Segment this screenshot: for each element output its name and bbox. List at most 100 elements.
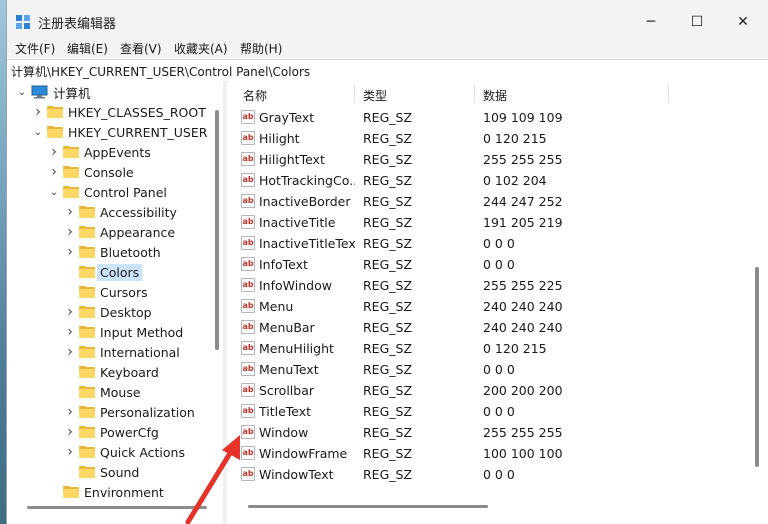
tree-item[interactable]: Environment [49, 482, 164, 502]
chevron-right-icon[interactable]: › [49, 162, 59, 182]
tree-item-label: Quick Actions [100, 444, 185, 460]
table-row[interactable]: ab InactiveTitle REG_SZ 191 205 219 [228, 212, 748, 233]
table-row[interactable]: ab Menu REG_SZ 240 240 240 [228, 296, 748, 317]
maximize-button[interactable]: ☐ [674, 8, 720, 36]
value-data: 255 255 225 [483, 278, 563, 293]
chevron-right-icon[interactable]: › [65, 202, 75, 222]
tree-item-label: Personalization [100, 404, 195, 420]
value-type: REG_SZ [363, 467, 413, 482]
tree-item[interactable]: › Desktop [65, 302, 151, 322]
table-row[interactable]: ab WindowFrame REG_SZ 100 100 100 [228, 443, 748, 464]
list-vertical-scrollbar[interactable] [755, 267, 759, 467]
tree-item[interactable]: Colors [65, 262, 143, 282]
table-row[interactable]: ab TitleText REG_SZ 0 0 0 [228, 401, 748, 422]
value-type: REG_SZ [363, 173, 413, 188]
column-divider[interactable] [354, 85, 355, 103]
string-value-icon: ab [241, 278, 255, 292]
table-row[interactable]: ab WindowText REG_SZ 0 0 0 [228, 464, 748, 485]
tree-item-label: Control Panel [84, 184, 167, 200]
chevron-right-icon[interactable]: › [65, 302, 75, 322]
value-type: REG_SZ [363, 404, 413, 419]
value-data: 100 100 100 [483, 446, 563, 461]
chevron-right-icon[interactable]: › [65, 442, 75, 462]
menu-help[interactable]: 帮助(H) [240, 40, 282, 57]
chevron-down-icon[interactable]: ⌄ [33, 122, 43, 142]
column-header-data[interactable]: 数据 [483, 87, 507, 104]
tree-item[interactable]: ⌄ HKEY_CURRENT_USER [33, 122, 208, 142]
chevron-right-icon[interactable]: › [49, 142, 59, 162]
close-button[interactable]: ✕ [720, 8, 766, 36]
list-horizontal-scrollbar[interactable] [248, 505, 488, 508]
tree-item[interactable]: › Personalization [65, 402, 195, 422]
chevron-right-icon[interactable]: › [65, 342, 75, 362]
value-name: HilightText [259, 152, 325, 167]
address-path[interactable]: 计算机\HKEY_CURRENT_USER\Control Panel\Colo… [11, 63, 310, 80]
chevron-right-icon[interactable]: › [33, 102, 43, 122]
chevron-right-icon[interactable]: › [65, 242, 75, 262]
tree-item[interactable]: › Bluetooth [65, 242, 161, 262]
table-row[interactable]: ab MenuBar REG_SZ 240 240 240 [228, 317, 748, 338]
address-bar[interactable]: 计算机\HKEY_CURRENT_USER\Control Panel\Colo… [7, 59, 768, 82]
folder-icon [79, 226, 95, 238]
tree-item[interactable]: Mouse [65, 382, 141, 402]
value-type: REG_SZ [363, 446, 413, 461]
value-data: 0 120 215 [483, 341, 547, 356]
tree-item[interactable]: Cursors [65, 282, 148, 302]
value-name: MenuBar [259, 320, 315, 335]
column-header-name[interactable]: 名称 [243, 87, 267, 104]
chevron-right-icon[interactable]: › [65, 322, 75, 342]
column-divider[interactable] [474, 85, 475, 103]
tree-item-label: Sound [100, 464, 140, 480]
tree-item[interactable]: ⌄ Control Panel [49, 182, 167, 202]
tree-item[interactable]: › Appearance [65, 222, 175, 242]
tree-item[interactable]: › Quick Actions [65, 442, 185, 462]
tree-item[interactable]: › Console [49, 162, 133, 182]
folder-icon [63, 146, 79, 158]
table-row[interactable]: ab MenuText REG_SZ 0 0 0 [228, 359, 748, 380]
registry-editor-icon [16, 15, 30, 29]
tree-item[interactable]: Keyboard [65, 362, 159, 382]
table-row[interactable]: ab InactiveTitleText REG_SZ 0 0 0 [228, 233, 748, 254]
chevron-down-icon[interactable]: ⌄ [49, 182, 59, 202]
tree-vertical-scrollbar[interactable] [215, 110, 219, 350]
tree-item[interactable]: › Input Method [65, 322, 183, 342]
table-row[interactable]: ab HilightText REG_SZ 255 255 255 [228, 149, 748, 170]
tree-item[interactable]: › PowerCfg [65, 422, 159, 442]
value-data: 200 200 200 [483, 383, 563, 398]
minimize-button[interactable]: ─ [628, 8, 674, 36]
table-row[interactable]: ab InfoText REG_SZ 0 0 0 [228, 254, 748, 275]
table-row[interactable]: ab Scrollbar REG_SZ 200 200 200 [228, 380, 748, 401]
title-bar[interactable]: 注册表编辑器 ─ ☐ ✕ [7, 0, 768, 40]
table-row[interactable]: ab InfoWindow REG_SZ 255 255 225 [228, 275, 748, 296]
chevron-right-icon[interactable]: › [65, 402, 75, 422]
table-row[interactable]: ab GrayText REG_SZ 109 109 109 [228, 107, 748, 128]
chevron-right-icon[interactable]: › [65, 422, 75, 442]
menu-view[interactable]: 查看(V) [120, 40, 162, 57]
value-type: REG_SZ [363, 152, 413, 167]
tree-item[interactable]: › AppEvents [49, 142, 151, 162]
table-row[interactable]: ab InactiveBorder REG_SZ 244 247 252 [228, 191, 748, 212]
chevron-down-icon[interactable]: ⌄ [17, 82, 27, 102]
tree-item-label: 计算机 [53, 85, 91, 101]
folder-icon [79, 426, 95, 438]
table-row[interactable]: ab Hilight REG_SZ 0 120 215 [228, 128, 748, 149]
table-row[interactable]: ab HotTrackingCo... REG_SZ 0 102 204 [228, 170, 748, 191]
tree-item[interactable]: Sound [65, 462, 139, 482]
column-header-type[interactable]: 类型 [363, 87, 387, 104]
table-row[interactable]: ab MenuHilight REG_SZ 0 120 215 [228, 338, 748, 359]
tree-item-computer[interactable]: ⌄ 计算机 [17, 82, 91, 102]
chevron-right-icon[interactable]: › [65, 222, 75, 242]
value-data: 0 0 0 [483, 404, 515, 419]
values-list[interactable]: 名称 类型 数据 ab GrayText REG_SZ 109 109 109 ab Hi… [228, 81, 768, 524]
menu-favorites[interactable]: 收藏夹(A) [174, 40, 228, 57]
tree-item[interactable]: › Accessibility [65, 202, 177, 222]
value-data: 0 102 204 [483, 173, 547, 188]
menu-file[interactable]: 文件(F) [15, 40, 55, 57]
folder-icon [47, 126, 63, 138]
table-row[interactable]: ab Window REG_SZ 255 255 255 [228, 422, 748, 443]
menu-edit[interactable]: 编辑(E) [67, 40, 108, 57]
tree-item[interactable]: › International [65, 342, 180, 362]
column-divider[interactable] [668, 85, 669, 103]
tree-item[interactable]: › HKEY_CLASSES_ROOT [33, 102, 206, 122]
